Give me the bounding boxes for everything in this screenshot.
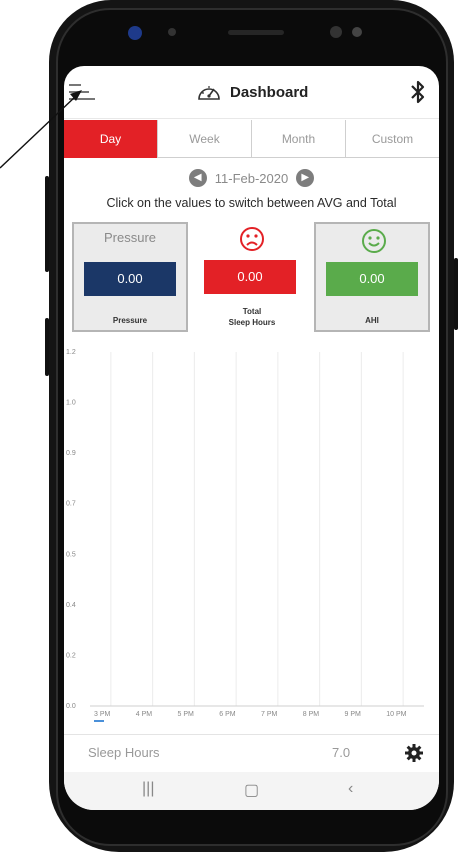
smile-face-icon xyxy=(362,229,386,253)
dashboard-gauge-icon xyxy=(198,86,220,100)
avg-total-hint: Click on the values to switch between AV… xyxy=(106,196,397,210)
app-screen: Dashboard Day Week Month Custom ◀ 11-Feb… xyxy=(64,66,439,810)
ahi-value[interactable]: 0.00 xyxy=(326,262,418,296)
y-tick-label: 0.0 xyxy=(66,703,76,710)
period-tabs: Day Week Month Custom xyxy=(64,120,439,158)
y-tick-label: 0.2 xyxy=(66,652,76,659)
y-tick-label: 0.9 xyxy=(66,450,76,457)
date-selector: ◀ 11-Feb-2020 ▶ xyxy=(64,166,439,190)
x-tick-label: 6 PM xyxy=(219,711,236,718)
tab-custom[interactable]: Custom xyxy=(345,120,439,158)
page-title: Dashboard xyxy=(196,80,308,104)
pressure-card[interactable]: Pressure 0.00 Pressure xyxy=(72,222,188,332)
front-camera xyxy=(128,26,142,40)
tab-week[interactable]: Week xyxy=(157,120,251,158)
tab-day[interactable]: Day xyxy=(64,120,157,158)
bluetooth-icon[interactable] xyxy=(409,79,427,105)
y-tick-label: 0.5 xyxy=(66,551,76,558)
y-tick-label: 1.0 xyxy=(66,400,76,407)
next-date-icon[interactable]: ▶ xyxy=(296,169,315,187)
x-tick-label: 9 PM xyxy=(345,711,362,718)
volume-button xyxy=(45,176,49,272)
sleep-hours-value[interactable]: 0.00 xyxy=(204,260,296,294)
pressure-card-title: Pressure xyxy=(103,230,157,245)
ahi-label: AHI xyxy=(365,316,379,325)
tab-month[interactable]: Month xyxy=(251,120,345,158)
home-icon[interactable]: ▢ xyxy=(244,780,259,800)
x-tick-label: 10 PM xyxy=(386,711,406,718)
sleep-hours-card[interactable]: 0.00 Total Sleep Hours xyxy=(194,222,310,332)
bixby-button xyxy=(45,318,49,376)
ahi-card[interactable]: 0.00 AHI xyxy=(314,222,430,332)
summary-row: Sleep Hours 7.0 xyxy=(64,734,439,773)
sleep-hours-setting-value: 7.0 xyxy=(332,745,351,760)
date-label: 11-Feb-2020 xyxy=(214,170,289,186)
app-header: Dashboard xyxy=(64,66,439,119)
page-title-text: Dashboard xyxy=(230,83,309,101)
sleep-chart: 1.2 1.0 0.9 0.7 0.5 0.4 0.2 0.0 3 PM 4 PM 5 PM 6 PM… xyxy=(66,349,424,722)
menu-icon[interactable] xyxy=(69,82,97,102)
pressure-label: Pressure xyxy=(112,316,148,325)
x-tick-label: 5 PM xyxy=(178,711,195,718)
x-tick-label: 4 PM xyxy=(136,711,153,718)
x-tick-label: 7 PM xyxy=(261,711,278,718)
y-tick-label: 1.2 xyxy=(66,349,76,356)
gear-icon[interactable] xyxy=(404,743,424,763)
x-tick-label: 8 PM xyxy=(303,711,320,718)
prev-date-icon[interactable]: ◀ xyxy=(188,169,207,187)
sleep-hours-setting-label: Sleep Hours xyxy=(88,745,160,760)
iris-sensor xyxy=(330,26,342,38)
recent-apps-icon[interactable]: ||| xyxy=(142,780,154,798)
back-icon[interactable]: ‹ xyxy=(348,780,353,798)
sleep-hours-label: Total Sleep Hours xyxy=(194,306,310,328)
y-tick-label: 0.4 xyxy=(66,602,76,609)
pressure-value[interactable]: 0.00 xyxy=(84,262,176,296)
sensor xyxy=(168,28,176,36)
power-button xyxy=(454,258,458,330)
sleep-label-line2: Sleep Hours xyxy=(228,318,276,327)
iris-sensor-2 xyxy=(352,27,362,37)
y-tick-label: 0.7 xyxy=(66,501,76,508)
sleep-label-line1: Total xyxy=(242,307,262,316)
android-nav-bar: ||| ▢ ‹ xyxy=(64,772,439,810)
frown-face-icon xyxy=(240,227,264,251)
earpiece-speaker xyxy=(228,30,284,35)
x-tick-label: 3 PM xyxy=(94,711,111,718)
